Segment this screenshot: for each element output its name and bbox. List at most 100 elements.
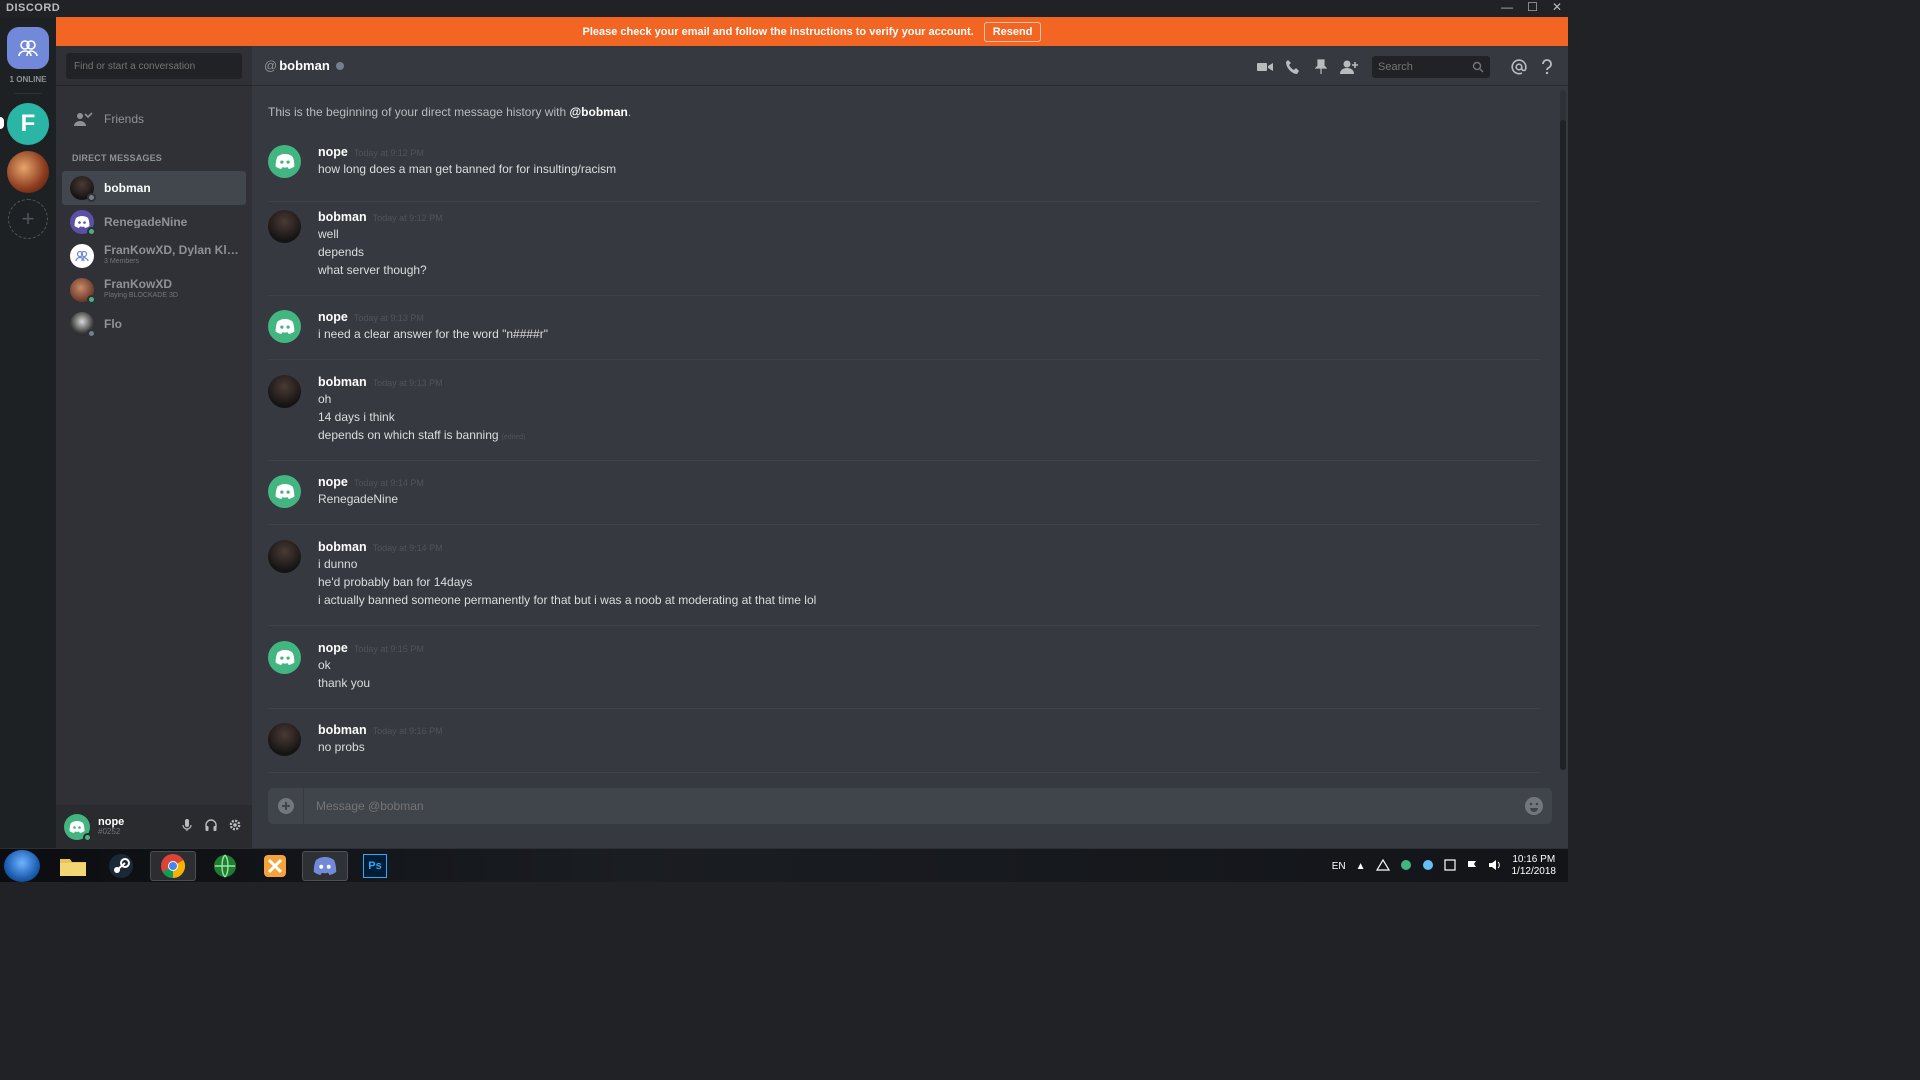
message-timestamp: Today at 9:13 PM [372, 378, 443, 388]
tray-shield-icon[interactable] [1443, 858, 1456, 874]
help-icon[interactable] [1538, 58, 1556, 76]
add-server-button[interactable]: + [8, 199, 48, 239]
message-author[interactable]: bobman [318, 723, 367, 737]
volume-icon[interactable] [1488, 859, 1502, 874]
add-friend-icon[interactable] [1340, 58, 1358, 76]
dm-item-subtext: 3 Members [104, 258, 140, 265]
channel-title: bobman [279, 58, 330, 73]
app-brand: DISCORD [6, 2, 61, 14]
photoshop-label: Ps [368, 860, 382, 872]
message-author[interactable]: nope [318, 475, 348, 489]
user-name: nope [98, 815, 125, 828]
tray-expand-icon[interactable]: ▲ [1356, 861, 1366, 872]
guild-server-f-letter: F [20, 110, 36, 137]
group-avatar [70, 244, 94, 268]
status-offline-dot [87, 193, 96, 202]
guild-sidebar: 1 ONLINE F + [0, 17, 56, 848]
language-indicator[interactable]: EN [1332, 861, 1346, 872]
discord-logo-icon [275, 154, 294, 169]
avatar[interactable] [268, 475, 301, 508]
taskbar-file-explorer[interactable] [50, 851, 96, 881]
tray-flag-icon[interactable] [1466, 859, 1478, 874]
avatar[interactable] [64, 813, 92, 842]
status-offline-dot [87, 329, 96, 338]
avatar[interactable] [268, 310, 301, 343]
message-input[interactable] [304, 799, 1516, 813]
taskbar-discord[interactable] [302, 851, 348, 881]
message-author[interactable]: bobman [318, 210, 367, 224]
guild-server-image[interactable] [7, 151, 49, 193]
steam-icon [109, 854, 133, 878]
video-call-icon[interactable] [1256, 58, 1274, 76]
guild-server-f[interactable]: F [7, 103, 49, 145]
dm-item-frankowxd[interactable]: FranKowXD Playing BLOCKADE 3D [62, 273, 246, 307]
close-button[interactable]: ✕ [1552, 0, 1562, 14]
network-icon[interactable] [1375, 858, 1390, 874]
message-group: bobman Today at 9:16 PM no probs [268, 723, 1540, 773]
start-button[interactable] [4, 850, 40, 882]
avatar[interactable] [268, 540, 301, 573]
message-author[interactable]: nope [318, 145, 348, 159]
message-text: RenegadeNine [318, 492, 399, 506]
taskbar-photoshop[interactable]: Ps [352, 851, 398, 881]
home-button[interactable] [7, 27, 49, 69]
message-text: i need a clear answer for the word "n###… [318, 327, 548, 341]
resend-button[interactable]: Resend [983, 21, 1042, 42]
tray-steam-icon[interactable] [1422, 859, 1434, 874]
friends-nav[interactable]: Friends [66, 104, 242, 134]
avatar [70, 210, 96, 236]
upload-button[interactable] [268, 788, 304, 824]
message-author[interactable]: bobman [318, 375, 367, 389]
maximize-button[interactable]: ☐ [1527, 0, 1538, 14]
message-author[interactable]: nope [318, 310, 348, 324]
message-group: bobman Today at 9:14 PM i dunno he'd pro… [268, 540, 1540, 626]
message-list[interactable]: This is the beginning of your direct mes… [252, 86, 1558, 778]
clock-time: 10:16 PM [1512, 854, 1556, 865]
message-text: no probs [318, 740, 365, 754]
avatar [70, 176, 96, 202]
dm-item-bobman[interactable]: bobman [62, 171, 246, 205]
gear-icon[interactable] [228, 818, 242, 837]
taskbar-chrome[interactable] [150, 851, 196, 881]
message-author[interactable]: bobman [318, 540, 367, 554]
dm-item-label: bobman [104, 182, 151, 194]
avatar[interactable] [268, 723, 301, 756]
minimize-button[interactable]: — [1501, 0, 1513, 14]
dm-item-flo[interactable]: Flo [62, 307, 246, 341]
taskbar-steam[interactable] [98, 851, 144, 881]
headphones-icon[interactable] [204, 818, 218, 837]
message-text-content: depends on which staff is banning [318, 428, 499, 442]
dm-item-renegadenine[interactable]: RenegadeNine [62, 205, 246, 239]
dm-item-label: RenegadeNine [104, 216, 188, 228]
plus-circle-icon [277, 798, 294, 814]
tray-app-icon[interactable] [1400, 859, 1412, 874]
message-text: oh [318, 392, 332, 406]
message-scrollbar[interactable] [1560, 90, 1566, 770]
message-text: he'd probably ban for 14days [318, 575, 473, 589]
pin-icon[interactable] [1312, 58, 1330, 76]
microphone-icon[interactable] [180, 818, 194, 837]
avatar[interactable] [268, 210, 301, 243]
avatar[interactable] [268, 641, 301, 674]
message-timestamp: Today at 9:13 PM [353, 313, 424, 323]
system-clock[interactable]: 10:16 PM 1/12/2018 [1512, 854, 1557, 878]
dm-item-group-frankowxd[interactable]: FranKowXD, Dylan Kleb... 3 Members [62, 239, 246, 273]
taskbar-game[interactable] [252, 851, 298, 881]
message-author[interactable]: nope [318, 641, 348, 655]
group-dm-icon [75, 250, 89, 262]
avatar[interactable] [268, 145, 301, 178]
message-group: nope Today at 9:14 PM RenegadeNine [268, 475, 1540, 525]
discord-logo-icon [275, 650, 294, 665]
dm-item-subtext: Playing BLOCKADE 3D [104, 292, 178, 299]
taskbar-cyberghost[interactable] [202, 851, 248, 881]
voice-call-icon[interactable] [1284, 58, 1302, 76]
avatar[interactable] [268, 375, 301, 408]
emoji-button[interactable] [1516, 796, 1552, 816]
dm-search-input[interactable] [66, 53, 242, 79]
scrollbar-thumb[interactable] [1560, 120, 1566, 770]
message-text: 14 days i think [318, 410, 395, 424]
mentions-icon[interactable] [1510, 58, 1528, 76]
emoji-icon [1525, 797, 1543, 815]
search-icon [1472, 60, 1484, 78]
dm-item-label: Flo [104, 318, 122, 330]
